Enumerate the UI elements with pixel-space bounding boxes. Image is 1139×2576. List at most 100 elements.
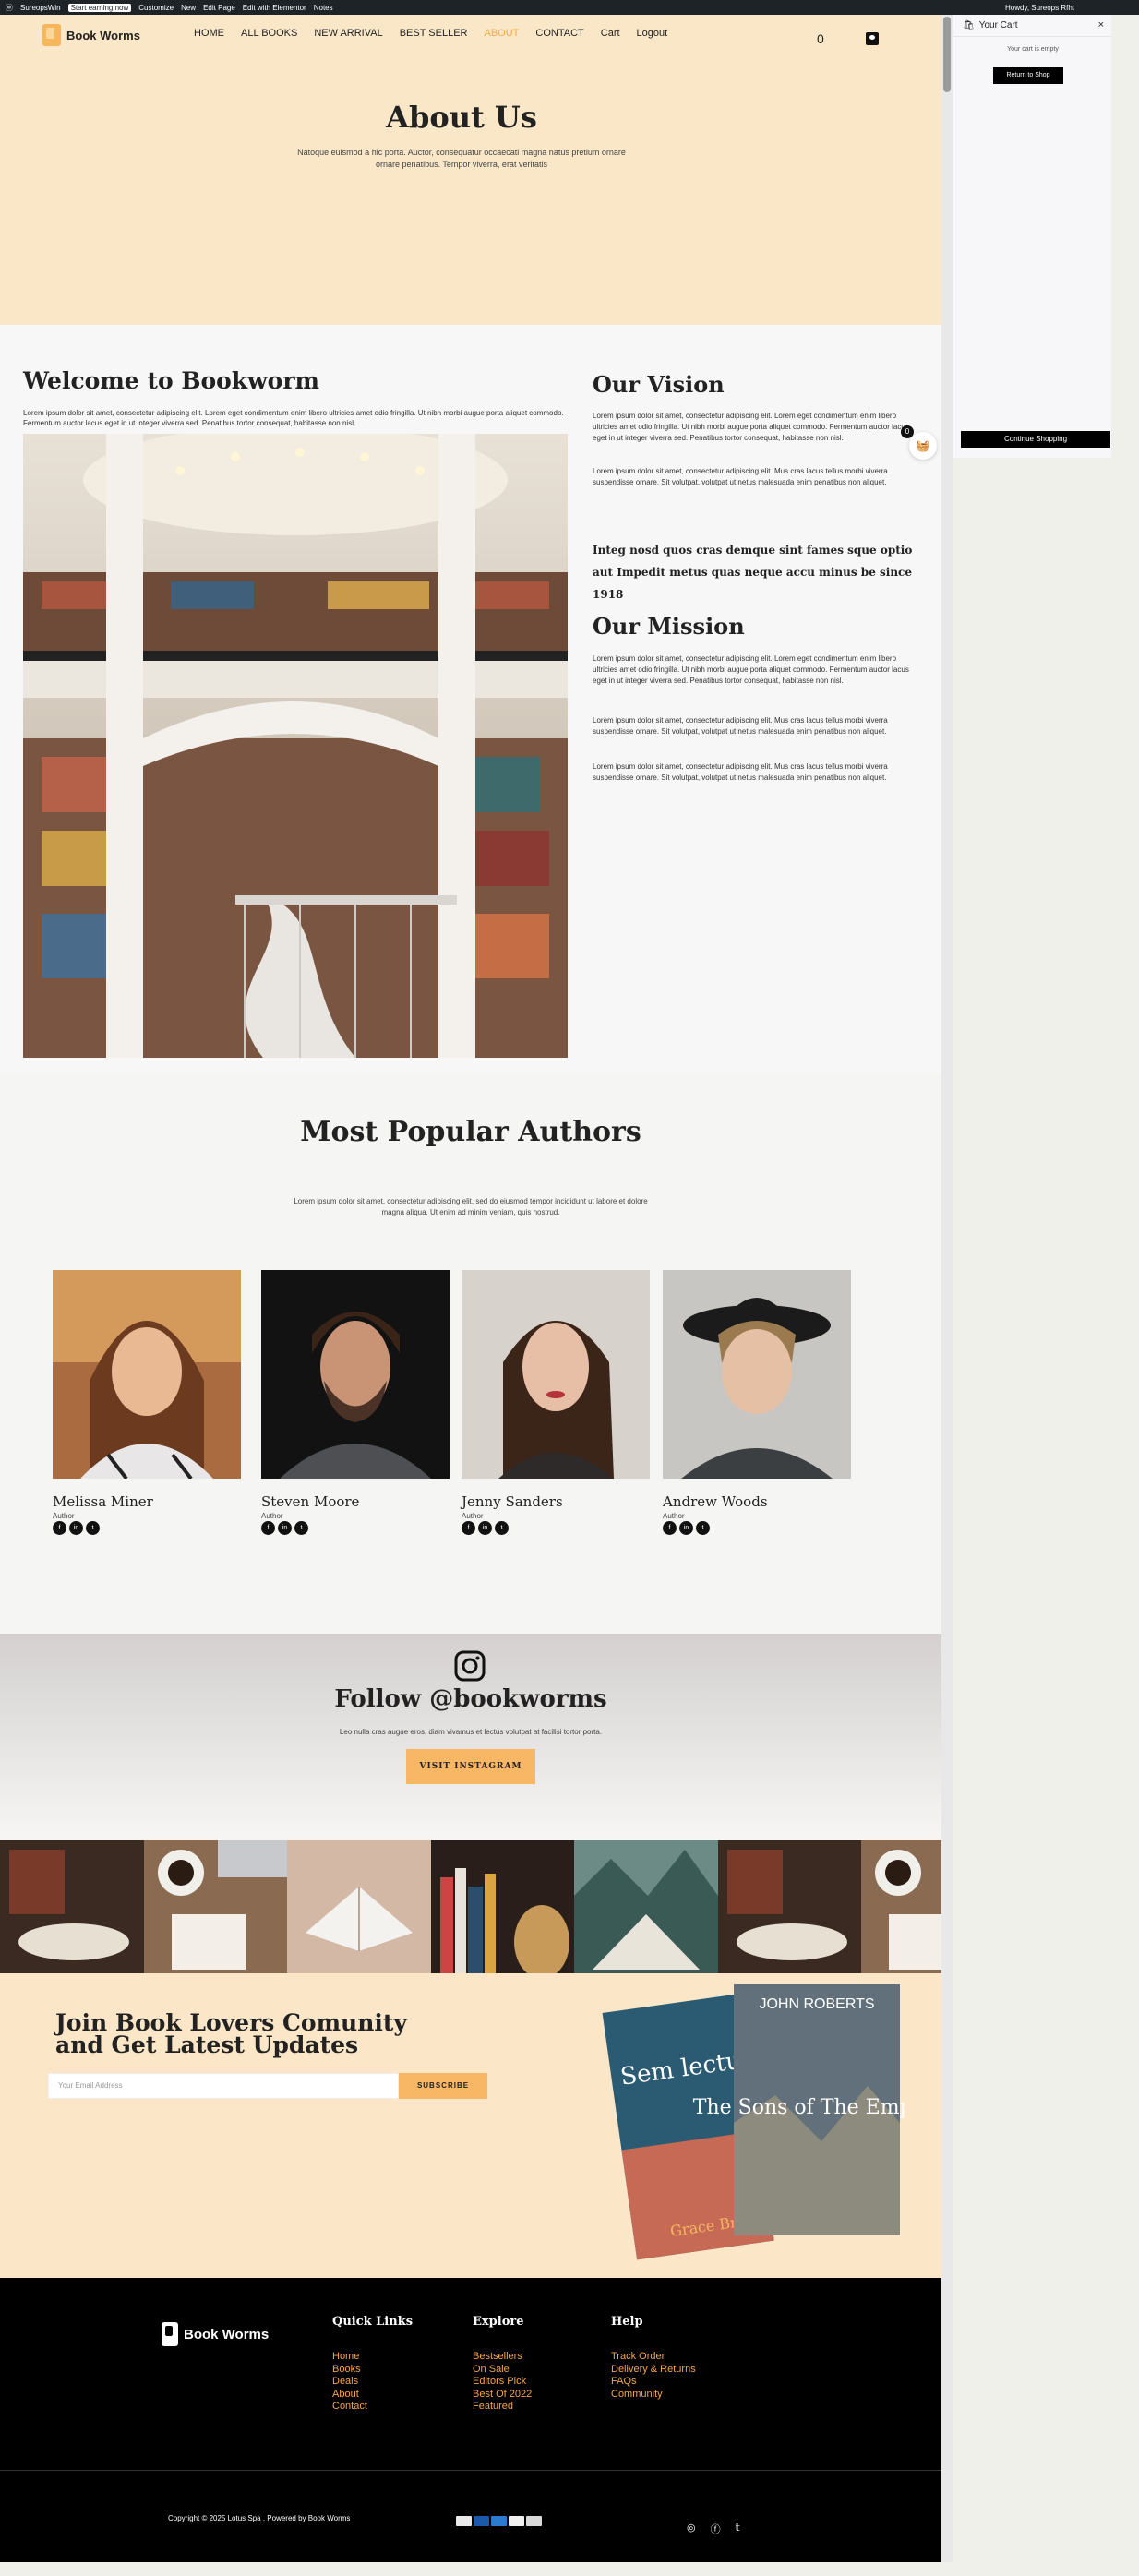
footer-link[interactable]: Deals xyxy=(332,2376,413,2389)
floating-cart-button[interactable]: 🧺 xyxy=(909,432,937,460)
twitter-icon[interactable]: t xyxy=(696,1521,710,1535)
footer-link[interactable]: Bestsellers xyxy=(473,2351,532,2364)
gallery-image[interactable] xyxy=(143,1840,287,1973)
instagram-icon[interactable]: ◎ xyxy=(687,2522,696,2536)
footer-logo-text: Book Worms xyxy=(184,2326,270,2342)
continue-shopping-button[interactable]: Continue Shopping xyxy=(961,431,1110,448)
admin-customize[interactable]: Customize xyxy=(138,4,174,12)
facebook-icon[interactable]: f xyxy=(462,1521,475,1535)
footer-link[interactable]: On Sale xyxy=(473,2364,532,2377)
facebook-icon[interactable]: f xyxy=(663,1521,677,1535)
footer-socials: ◎ ⓕ 𝕥 xyxy=(687,2522,740,2536)
twitter-icon[interactable]: t xyxy=(495,1521,509,1535)
gallery-image[interactable] xyxy=(430,1840,574,1973)
footer-column-title: Quick Links xyxy=(332,2315,414,2329)
logo-text: Book Worms xyxy=(66,28,140,42)
twitter-icon[interactable]: 𝕥 xyxy=(736,2522,740,2536)
twitter-icon[interactable]: t xyxy=(294,1521,308,1535)
book2-author: JOHN ROBERTS xyxy=(759,1996,874,2012)
newsletter-section: Join Book Lovers Comunity and Get Latest… xyxy=(0,1973,941,2278)
site-logo[interactable]: Book Worms xyxy=(42,24,140,46)
floating-cart-count: 0 xyxy=(901,425,914,438)
nav-logout[interactable]: Logout xyxy=(637,28,668,39)
footer-link[interactable]: FAQs xyxy=(611,2376,696,2389)
admin-notes[interactable]: Notes xyxy=(314,4,333,12)
author-photo[interactable] xyxy=(261,1270,450,1479)
nav-cart[interactable]: Cart xyxy=(601,28,620,39)
admin-tag[interactable]: Start earning now xyxy=(67,3,132,12)
site-footer: Book Worms Quick Links Home Books Deals … xyxy=(0,2278,941,2562)
copyright-text: Copyright © 2025 Lotus Spa . Powered by … xyxy=(168,2514,351,2522)
facebook-icon[interactable]: f xyxy=(53,1521,66,1535)
footer-link[interactable]: Track Order xyxy=(611,2351,696,2364)
header-cart-count[interactable]: 0 xyxy=(817,31,824,46)
nav-best-seller[interactable]: BEST SELLER xyxy=(400,28,468,39)
author-name[interactable]: Steven Moore xyxy=(261,1493,359,1510)
email-field[interactable]: Your Email Address xyxy=(48,2073,399,2099)
linkedin-icon[interactable]: in xyxy=(69,1521,83,1535)
vision-quote: Integ nosd quos cras demque sint fames s… xyxy=(593,544,913,601)
admin-site-link[interactable]: SureopsWin xyxy=(20,4,61,12)
amex-icon xyxy=(491,2516,507,2526)
page: Book Worms HOME ALL BOOKS NEW ARRIVAL BE… xyxy=(0,15,941,2562)
footer-link[interactable]: Best Of 2022 xyxy=(473,2389,532,2402)
footer-link[interactable]: Featured xyxy=(473,2401,532,2414)
gallery-image[interactable] xyxy=(574,1840,718,1973)
scrollbar[interactable] xyxy=(941,15,953,2562)
author-name[interactable]: Jenny Sanders xyxy=(462,1493,563,1510)
cart-empty-message: Your cart is empty xyxy=(1007,46,1059,53)
admin-user[interactable]: Howdy, Sureops Rfht xyxy=(1005,4,1074,12)
author-role: Author xyxy=(261,1512,283,1520)
return-to-shop-button[interactable]: Return to Shop xyxy=(993,67,1063,84)
author-photo[interactable] xyxy=(462,1270,650,1479)
footer-link[interactable]: Contact xyxy=(332,2401,413,2414)
paypal-icon xyxy=(526,2516,542,2526)
user-account-icon[interactable] xyxy=(866,32,879,45)
footer-link[interactable]: Editors Pick xyxy=(473,2376,532,2389)
close-icon[interactable]: × xyxy=(1098,19,1104,30)
footer-logo[interactable]: Book Worms xyxy=(162,2322,269,2346)
nav-home[interactable]: HOME xyxy=(194,28,224,39)
author-photo[interactable] xyxy=(663,1270,851,1479)
footer-link[interactable]: Community xyxy=(611,2389,696,2402)
author-photo[interactable] xyxy=(53,1270,241,1479)
nav-about[interactable]: ABOUT xyxy=(485,28,520,39)
mission-paragraph-1: Lorem ipsum dolor sit amet, consectetur … xyxy=(593,654,909,685)
nav-contact[interactable]: CONTACT xyxy=(535,28,583,39)
gallery-image[interactable] xyxy=(0,1840,144,1973)
instagram-subtitle: Leo nulla cras augue eros, diam vivamus … xyxy=(339,1728,603,1736)
footer-column-help: Help Track Order Delivery & Returns FAQs… xyxy=(611,2315,696,2401)
footer-link[interactable]: Books xyxy=(332,2364,413,2377)
scrollbar-thumb[interactable] xyxy=(943,17,951,92)
book-logo-icon xyxy=(162,2322,178,2346)
author-name[interactable]: Andrew Woods xyxy=(663,1493,768,1510)
linkedin-icon[interactable]: in xyxy=(278,1521,292,1535)
admin-elementor[interactable]: Edit with Elementor xyxy=(243,4,306,12)
nav-all-books[interactable]: ALL BOOKS xyxy=(241,28,297,39)
author-card[interactable]: Melissa Miner Author f in t xyxy=(53,1270,241,1535)
facebook-icon[interactable]: f xyxy=(261,1521,275,1535)
admin-edit-page[interactable]: Edit Page xyxy=(203,4,235,12)
admin-new[interactable]: New xyxy=(181,4,196,12)
visit-instagram-button[interactable]: VISIT INSTAGRAM xyxy=(406,1749,535,1784)
gallery-image[interactable] xyxy=(287,1840,431,1973)
mission-paragraph-3: Lorem ipsum dolor sit amet, consectetur … xyxy=(593,762,888,782)
gallery-image[interactable] xyxy=(717,1840,861,1973)
subscribe-button[interactable]: SUBSCRIBE xyxy=(399,2073,487,2099)
footer-link[interactable]: Delivery & Returns xyxy=(611,2364,696,2377)
nav-new-arrival[interactable]: NEW ARRIVAL xyxy=(314,28,382,39)
gallery-image[interactable] xyxy=(861,1840,941,1973)
linkedin-icon[interactable]: in xyxy=(679,1521,693,1535)
instagram-icon[interactable] xyxy=(454,1650,486,1682)
author-name[interactable]: Melissa Miner xyxy=(53,1493,153,1510)
author-card[interactable]: Steven Moore Author f in t xyxy=(261,1270,450,1535)
facebook-icon[interactable]: ⓕ xyxy=(711,2522,721,2536)
wordpress-icon[interactable]: ⓦ xyxy=(6,3,13,13)
author-card[interactable]: Andrew Woods Author f in t xyxy=(663,1270,851,1535)
footer-link[interactable]: About xyxy=(332,2389,413,2402)
author-card[interactable]: Jenny Sanders Author f in t xyxy=(462,1270,650,1535)
footer-link[interactable]: Home xyxy=(332,2351,413,2364)
linkedin-icon[interactable]: in xyxy=(478,1521,492,1535)
cart-header: 🛍 Your Cart xyxy=(953,15,1111,37)
twitter-icon[interactable]: t xyxy=(86,1521,100,1535)
